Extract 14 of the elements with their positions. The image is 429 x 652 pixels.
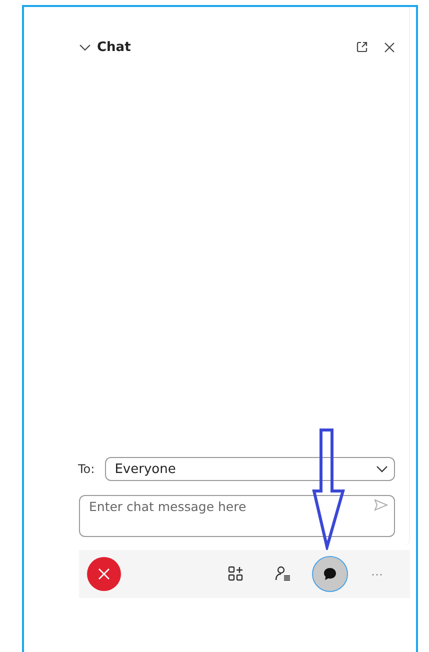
recipient-dropdown[interactable]: Everyone	[104, 457, 395, 481]
close-icon	[98, 568, 110, 580]
chat-bubble-icon	[323, 567, 337, 581]
close-icon[interactable]	[384, 42, 395, 52]
leave-button[interactable]	[87, 557, 121, 591]
message-field[interactable]: Enter chat message here	[79, 495, 395, 537]
recipient-label: To:	[78, 462, 95, 476]
more-button[interactable]: ···	[360, 557, 394, 591]
chevron-down-icon	[376, 465, 388, 473]
panel-title: Chat	[97, 40, 132, 54]
chat-button[interactable]	[312, 556, 348, 592]
apps-add-icon	[228, 566, 244, 582]
pop-out-icon[interactable]	[356, 41, 368, 53]
people-list-icon	[275, 566, 291, 582]
